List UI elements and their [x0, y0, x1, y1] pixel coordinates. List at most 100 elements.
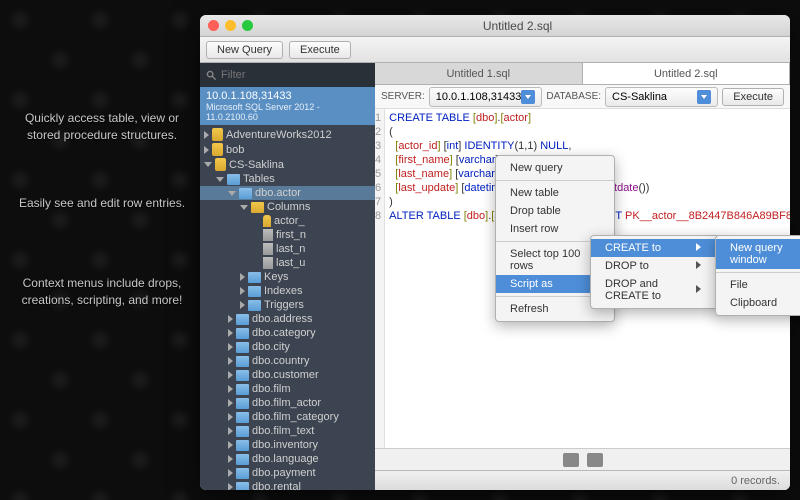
- tree-label: dbo.film: [252, 383, 291, 395]
- tree-item[interactable]: Triggers: [200, 298, 375, 312]
- maximize-icon[interactable]: [242, 20, 253, 31]
- tree-item[interactable]: actor_: [200, 214, 375, 228]
- tree-item[interactable]: dbo.film_text: [200, 424, 375, 438]
- folder-icon: [236, 412, 249, 423]
- tree-item[interactable]: dbo.city: [200, 340, 375, 354]
- folder-icon: [215, 158, 226, 171]
- tree-item[interactable]: Indexes: [200, 284, 375, 298]
- disclosure-icon: [240, 273, 245, 281]
- tree-item[interactable]: last_u: [200, 256, 375, 270]
- folder-icon: [236, 370, 249, 381]
- disclosure-icon: [228, 441, 233, 449]
- tree-item[interactable]: dbo.film: [200, 382, 375, 396]
- tree-item[interactable]: first_n: [200, 228, 375, 242]
- menu-item[interactable]: File: [716, 276, 800, 294]
- tree-item[interactable]: dbo.actor: [200, 186, 375, 200]
- new-query-button[interactable]: New Query: [206, 41, 283, 59]
- disclosure-icon: [228, 329, 233, 337]
- tree-item[interactable]: dbo.language: [200, 452, 375, 466]
- text-view-icon[interactable]: [587, 453, 603, 467]
- folder-icon: [248, 286, 261, 297]
- tree-label: dbo.rental: [252, 481, 301, 490]
- database-label: DATABASE:: [546, 91, 601, 102]
- chevron-right-icon: [696, 260, 701, 272]
- folder-icon: [212, 143, 223, 156]
- tree-item[interactable]: dbo.customer: [200, 368, 375, 382]
- submenu-script-as[interactable]: CREATE toDROP toDROP and CREATE to: [590, 235, 720, 309]
- server-edition: Microsoft SQL Server 2012 - 11.0.2100.60: [206, 102, 369, 122]
- close-icon[interactable]: [208, 20, 219, 31]
- results-toolbar: [375, 448, 790, 470]
- tree-label: dbo.language: [252, 453, 319, 465]
- tree-item[interactable]: dbo.inventory: [200, 438, 375, 452]
- folder-icon: [236, 468, 249, 479]
- tree-item[interactable]: Tables: [200, 172, 375, 186]
- grid-view-icon[interactable]: [563, 453, 579, 467]
- titlebar[interactable]: Untitled 2.sql: [200, 15, 790, 37]
- conn-execute-button[interactable]: Execute: [722, 88, 784, 106]
- tree-label: Tables: [243, 173, 275, 185]
- tree-item[interactable]: dbo.country: [200, 354, 375, 368]
- tree-label: dbo.city: [252, 341, 290, 353]
- tree-label: dbo.film_category: [252, 411, 339, 423]
- filter-input[interactable]: [221, 69, 369, 81]
- editor-tab[interactable]: Untitled 2.sql: [583, 63, 791, 84]
- tree-item[interactable]: dbo.film_category: [200, 410, 375, 424]
- disclosure-icon: [204, 162, 212, 167]
- toolbar: New Query Execute: [200, 37, 790, 63]
- tree-label: CS-Saklina: [229, 159, 284, 171]
- tree-item[interactable]: last_n: [200, 242, 375, 256]
- tree-label: Triggers: [264, 299, 304, 311]
- tree-item[interactable]: Columns: [200, 200, 375, 214]
- tree-item[interactable]: dbo.address: [200, 312, 375, 326]
- object-tree[interactable]: AdventureWorks2012bobCS-SaklinaTablesdbo…: [200, 125, 375, 490]
- tree-label: Columns: [267, 201, 310, 213]
- folder-icon: [227, 174, 240, 185]
- tree-item[interactable]: CS-Saklina: [200, 157, 375, 172]
- disclosure-icon: [228, 357, 233, 365]
- tree-item[interactable]: AdventureWorks2012: [200, 127, 375, 142]
- window-title: Untitled 2.sql: [253, 19, 782, 33]
- menu-item[interactable]: New query window: [716, 239, 800, 269]
- tree-item[interactable]: Keys: [200, 270, 375, 284]
- tree-label: last_n: [276, 243, 305, 255]
- tree-label: Keys: [264, 271, 288, 283]
- tree-item[interactable]: bob: [200, 142, 375, 157]
- menu-item[interactable]: Drop table: [496, 202, 614, 220]
- minimize-icon[interactable]: [225, 20, 236, 31]
- menu-item[interactable]: DROP and CREATE to: [591, 275, 719, 305]
- tree-label: last_u: [276, 257, 305, 269]
- menu-item[interactable]: New query: [496, 159, 614, 177]
- tree-label: dbo.customer: [252, 369, 319, 381]
- database-select[interactable]: CS-Saklina: [605, 87, 718, 107]
- tree-item[interactable]: dbo.film_actor: [200, 396, 375, 410]
- folder-icon: [263, 257, 273, 269]
- tree-label: dbo.category: [252, 327, 316, 339]
- tree-label: actor_: [274, 215, 305, 227]
- folder-icon: [212, 128, 223, 141]
- editor-tabs: Untitled 1.sqlUntitled 2.sql: [375, 63, 790, 85]
- tree-item[interactable]: dbo.rental: [200, 480, 375, 490]
- editor-tab[interactable]: Untitled 1.sql: [375, 63, 583, 84]
- tree-label: bob: [226, 144, 244, 156]
- execute-button[interactable]: Execute: [289, 41, 351, 59]
- server-header[interactable]: 10.0.1.108,31433 Microsoft SQL Server 20…: [200, 87, 375, 125]
- server-label: SERVER:: [381, 91, 425, 102]
- menu-item[interactable]: DROP to: [591, 257, 719, 275]
- folder-icon: [263, 243, 273, 255]
- folder-icon: [248, 300, 261, 311]
- filter-bar: [200, 63, 375, 87]
- promo-text-2: Easily see and edit row entries.: [12, 195, 192, 212]
- disclosure-icon: [228, 191, 236, 196]
- folder-icon: [248, 272, 261, 283]
- tree-label: Indexes: [264, 285, 303, 297]
- menu-item[interactable]: New table: [496, 184, 614, 202]
- tree-label: dbo.inventory: [252, 439, 318, 451]
- submenu-create-to[interactable]: New query window FileClipboard: [715, 235, 800, 316]
- disclosure-icon: [228, 385, 233, 393]
- tree-item[interactable]: dbo.payment: [200, 466, 375, 480]
- menu-item[interactable]: CREATE to: [591, 239, 719, 257]
- server-select[interactable]: 10.0.1.108,31433: [429, 87, 543, 107]
- menu-item[interactable]: Clipboard: [716, 294, 800, 312]
- tree-item[interactable]: dbo.category: [200, 326, 375, 340]
